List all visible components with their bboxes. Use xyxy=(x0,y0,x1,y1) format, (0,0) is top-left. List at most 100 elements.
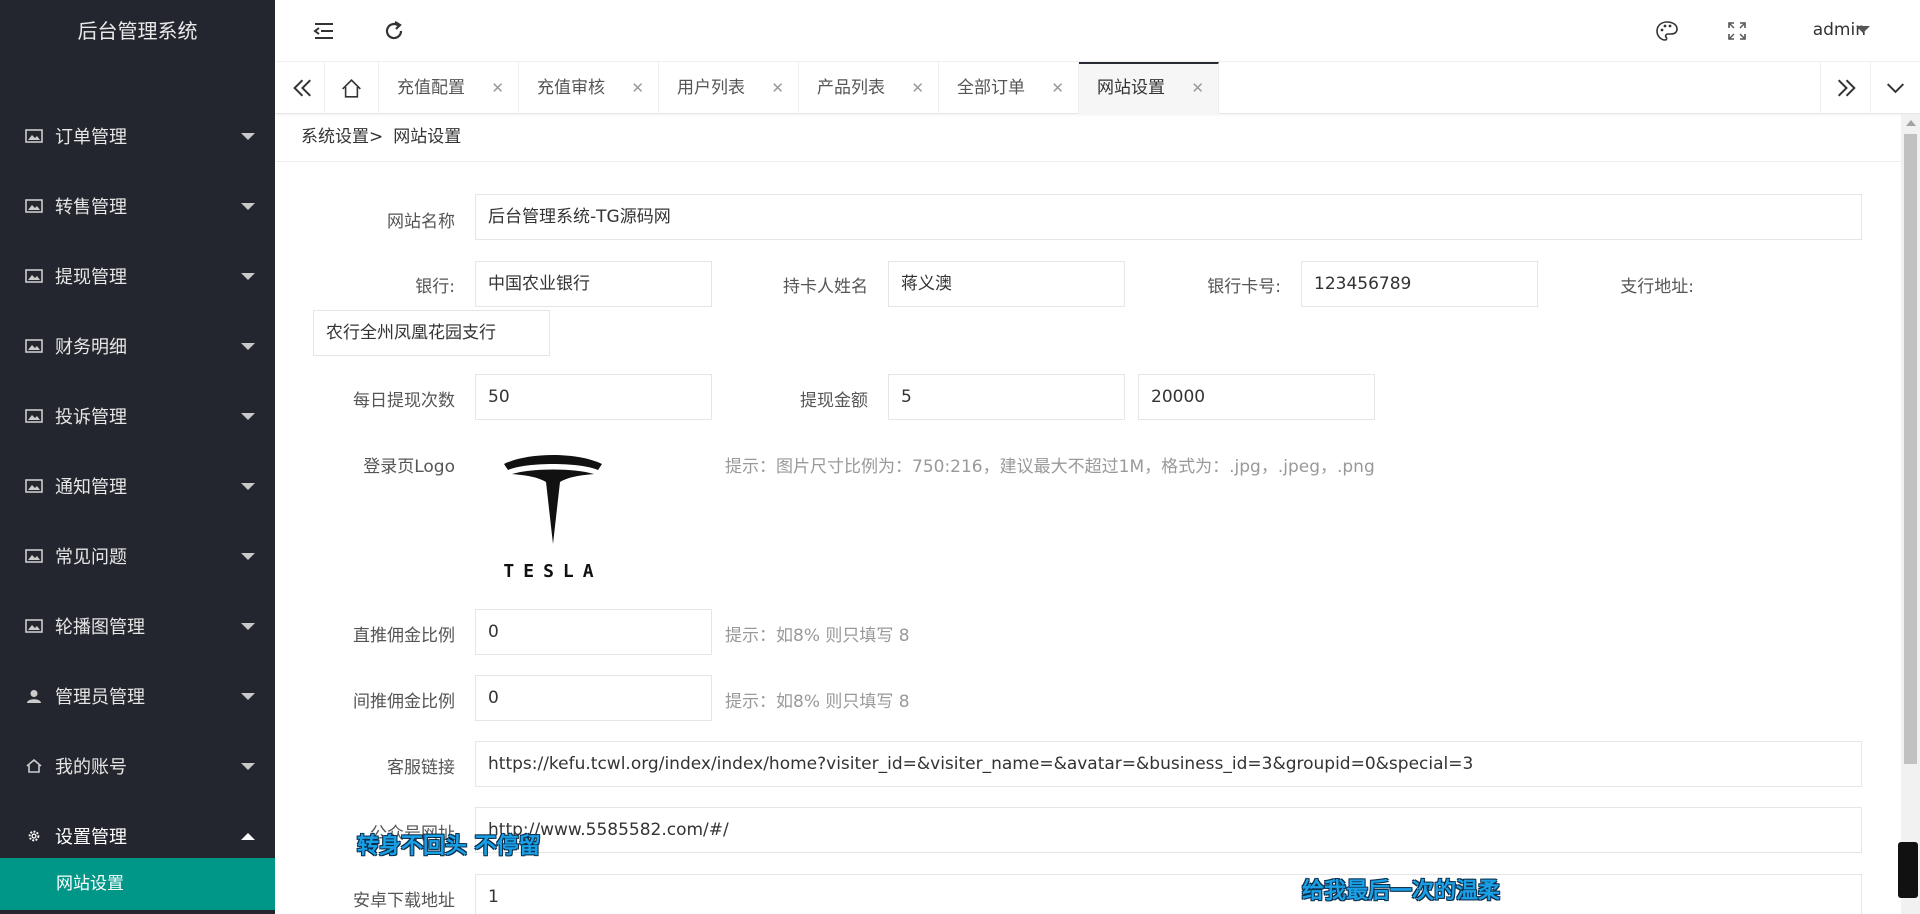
fullscreen-icon[interactable] xyxy=(1724,18,1750,44)
indirect-commission-input[interactable]: 0 xyxy=(475,675,712,721)
bank-input[interactable]: 中国农业银行 xyxy=(475,261,712,307)
site-name-input[interactable]: 后台管理系统-TG源码网 xyxy=(475,194,1862,240)
indirect-commission-label: 间推佣金比例 xyxy=(353,692,455,712)
sidebar-menu: 订单管理 转售管理 提现管理 财务明细 投诉管理 通知管理 常见问题 轮播图管理… xyxy=(0,117,275,887)
theme-palette-icon[interactable] xyxy=(1654,18,1680,44)
subtitle-right: 给我最后一次的温柔 xyxy=(1302,879,1501,904)
sidebar-item-resale[interactable]: 转售管理 xyxy=(0,187,275,257)
chevron-down-icon xyxy=(241,483,255,490)
close-icon[interactable]: ✕ xyxy=(631,62,644,114)
sidebar-item-label: 管理员管理 xyxy=(55,687,145,708)
tab-scroll-left-icon[interactable] xyxy=(275,62,325,114)
sidebar-subitem-site-settings[interactable]: 网站设置 xyxy=(0,858,275,910)
tab-label: 全部订单 xyxy=(957,78,1025,98)
tab-scroll-right-icon[interactable] xyxy=(1820,62,1870,114)
close-icon[interactable]: ✕ xyxy=(491,62,504,114)
sidebar-item-label: 订单管理 xyxy=(55,127,127,148)
tab-product-list[interactable]: 产品列表 ✕ xyxy=(799,62,939,114)
app-title: 后台管理系统 xyxy=(77,19,198,43)
close-icon[interactable]: ✕ xyxy=(911,62,924,114)
close-icon[interactable]: ✕ xyxy=(771,62,784,114)
top-header: admin xyxy=(275,0,1920,62)
tab-recharge-review[interactable]: 充值审核 ✕ xyxy=(519,62,659,114)
chevron-down-icon xyxy=(1856,26,1870,33)
login-logo-label: 登录页Logo xyxy=(363,457,455,477)
tab-recharge-config[interactable]: 充值配置 ✕ xyxy=(379,62,519,114)
tab-all-orders[interactable]: 全部订单 ✕ xyxy=(939,62,1079,114)
image-icon xyxy=(25,269,43,283)
home-icon[interactable] xyxy=(325,62,379,114)
pc-url-input[interactable]: http://www.5585582.com/#/ xyxy=(475,807,1862,853)
holder-input[interactable]: 蒋义澳 xyxy=(888,261,1125,307)
withdraw-min-input[interactable]: 5 xyxy=(888,374,1125,420)
tab-bar: 充值配置 ✕ 充值审核 ✕ 用户列表 ✕ 产品列表 ✕ 全部订单 ✕ 网站设置 ✕ xyxy=(275,62,1920,114)
chevron-down-icon xyxy=(241,273,255,280)
sidebar-item-carousel[interactable]: 轮播图管理 xyxy=(0,607,275,677)
image-icon xyxy=(25,409,43,423)
logo-hint: 提示：图片尺寸比例为：750:216，建议最大不超过1M，格式为：.jpg，.j… xyxy=(725,457,1375,477)
chevron-down-icon xyxy=(241,763,255,770)
tab-label: 网站设置 xyxy=(1097,78,1165,98)
sidebar-item-label: 常见问题 xyxy=(55,547,127,568)
tab-site-settings[interactable]: 网站设置 ✕ xyxy=(1079,62,1219,114)
image-icon xyxy=(25,479,43,493)
breadcrumb-current: 网站设置 xyxy=(393,127,462,147)
android-download-label: 安卓下载地址 xyxy=(353,891,455,911)
sidebar-item-label: 设置管理 xyxy=(55,827,127,848)
home-icon xyxy=(26,759,42,773)
scroll-thumb[interactable] xyxy=(1904,134,1917,764)
android-download-input[interactable]: 1 xyxy=(475,874,1862,914)
site-settings-form: 网站名称 后台管理系统-TG源码网 银行: 中国农业银行 持卡人姓名 蒋义澳 银… xyxy=(275,162,1901,914)
sidebar-item-withdraw[interactable]: 提现管理 xyxy=(0,257,275,327)
sidebar-item-orders[interactable]: 订单管理 xyxy=(0,117,275,187)
branch-input[interactable]: 农行全州凤凰花园支行 xyxy=(313,310,550,356)
corner-widget xyxy=(1898,842,1918,898)
tesla-wordmark: TESLA xyxy=(503,561,603,582)
image-icon xyxy=(25,199,43,213)
sidebar-item-account[interactable]: 我的账号 xyxy=(0,747,275,817)
image-icon xyxy=(25,619,43,633)
sidebar: 后台管理系统 订单管理 转售管理 提现管理 财务明细 投诉管理 通知管理 常见问… xyxy=(0,0,275,914)
sidebar-item-finance[interactable]: 财务明细 xyxy=(0,327,275,397)
indirect-commission-hint: 提示：如8% 则只填写 8 xyxy=(725,692,910,712)
close-icon[interactable]: ✕ xyxy=(1051,62,1064,114)
sidebar-item-complaints[interactable]: 投诉管理 xyxy=(0,397,275,467)
subtitle-left: 转身不回头 不停留 xyxy=(357,834,541,859)
daily-withdraw-input[interactable]: 50 xyxy=(475,374,712,420)
page-scrollbar[interactable] xyxy=(1901,114,1920,914)
sidebar-item-label: 转售管理 xyxy=(55,197,127,218)
withdraw-max-input[interactable]: 20000 xyxy=(1138,374,1375,420)
close-icon[interactable]: ✕ xyxy=(1191,64,1204,112)
gear-icon xyxy=(28,830,40,842)
sidebar-subitem-label: 网站设置 xyxy=(56,874,124,894)
breadcrumb-parent[interactable]: 系统设置> xyxy=(301,127,383,147)
sidebar-item-faq[interactable]: 常见问题 xyxy=(0,537,275,607)
site-name-label: 网站名称 xyxy=(387,212,455,232)
tab-user-list[interactable]: 用户列表 ✕ xyxy=(659,62,799,114)
tesla-logo[interactable]: TESLA xyxy=(498,450,608,582)
image-icon xyxy=(25,339,43,353)
sidebar-item-notices[interactable]: 通知管理 xyxy=(0,467,275,537)
withdraw-amount-label: 提现金额 xyxy=(800,391,868,411)
holder-label: 持卡人姓名 xyxy=(783,277,868,297)
collapse-menu-icon[interactable] xyxy=(311,18,337,44)
sidebar-item-label: 轮播图管理 xyxy=(55,617,145,638)
bank-label: 银行: xyxy=(415,277,455,297)
chevron-down-icon xyxy=(241,693,255,700)
direct-commission-input[interactable]: 0 xyxy=(475,609,712,655)
refresh-icon[interactable] xyxy=(381,18,407,44)
sidebar-item-admins[interactable]: 管理员管理 xyxy=(0,677,275,747)
tab-label: 充值审核 xyxy=(537,78,605,98)
tab-label: 充值配置 xyxy=(397,78,465,98)
user-icon xyxy=(27,690,41,703)
daily-withdraw-label: 每日提现次数 xyxy=(353,391,455,411)
customer-service-input[interactable]: https://kefu.tcwl.org/index/index/home?v… xyxy=(475,741,1862,787)
card-number-input[interactable]: 123456789 xyxy=(1301,261,1538,307)
chevron-down-icon xyxy=(241,413,255,420)
tab-options-chevron-down-icon[interactable] xyxy=(1870,62,1920,114)
image-icon xyxy=(25,129,43,143)
direct-commission-hint: 提示：如8% 则只填写 8 xyxy=(725,626,910,646)
breadcrumb: 系统设置> 网站设置 xyxy=(275,114,1901,162)
scroll-up-arrow-icon[interactable] xyxy=(1906,120,1916,126)
tesla-t-icon xyxy=(504,455,602,544)
